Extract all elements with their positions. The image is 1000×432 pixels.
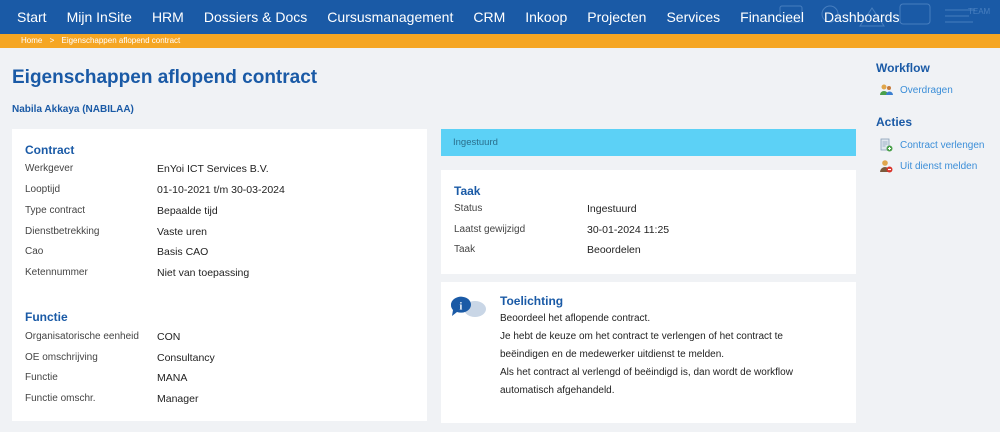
toelichting-line: Als het contract al verlengd of beëindig… (500, 367, 793, 378)
overdragen-link[interactable]: Overdragen (879, 83, 953, 97)
contract-value: EnYoi ICT Services B.V. (157, 163, 269, 175)
taak-value: 30-01-2024 11:25 (587, 224, 670, 236)
taak-label: Status (454, 203, 483, 214)
nav-item-dashboards[interactable]: Dashboards (814, 9, 910, 25)
uit-dienst-melden-link[interactable]: Uit dienst melden (879, 159, 977, 173)
svg-text:TEAM: TEAM (968, 7, 991, 16)
functie-label: Functie (25, 372, 58, 383)
taak-card: Taak Status Ingestuurd Laatst gewijzigd 30… (441, 170, 856, 274)
nav-item-hrm[interactable]: HRM (142, 9, 194, 25)
contract-value: Vaste uren (157, 226, 208, 238)
page-title: Eigenschappen aflopend contract (12, 67, 318, 88)
taak-heading: Taak (454, 184, 481, 198)
taak-value: Beoordelen (587, 244, 641, 256)
contract-value: Bepaalde tijd (157, 205, 218, 217)
contract-verlengen-label: Contract verlengen (900, 139, 985, 151)
functie-label: OE omschrijving (25, 352, 98, 363)
nav-item-crm[interactable]: CRM (463, 9, 515, 25)
contract-value: Basis CAO (157, 246, 209, 258)
taak-value: Ingestuurd (587, 203, 637, 215)
employee-name: Nabila Akkaya (NABILAA) (12, 104, 134, 115)
functie-value: CON (157, 331, 181, 343)
toelichting-line: automatisch afgehandeld. (500, 385, 615, 396)
nav-item-services[interactable]: Services (656, 9, 730, 25)
functie-label: Organisatorische eenheid (25, 331, 139, 342)
nav-item-dossiers-docs[interactable]: Dossiers & Docs (194, 9, 317, 25)
contract-value: Niet van toepassing (157, 267, 250, 279)
top-navigation: TEAM Start Mijn InSite HRM Dossiers & Do… (0, 0, 1000, 34)
contract-card: Contract Werkgever EnYoi ICT Services B.V… (12, 129, 427, 421)
breadcrumb-separator: > (49, 36, 55, 45)
taak-label: Taak (454, 244, 476, 255)
overdragen-label: Overdragen (900, 84, 953, 96)
functie-value: Manager (157, 393, 199, 405)
contract-label: Looptijd (25, 184, 61, 195)
breadcrumb-current: Eigenschappen aflopend contract (61, 36, 181, 45)
contract-label: Ketennummer (25, 267, 88, 278)
contract-label: Cao (25, 246, 44, 257)
nav-item-financieel[interactable]: Financieel (730, 9, 814, 25)
contract-label: Type contract (25, 205, 86, 216)
functie-heading: Functie (25, 310, 68, 324)
workflow-heading: Workflow (876, 61, 930, 75)
info-chat-icon: i (450, 296, 486, 317)
acties-heading: Acties (876, 115, 913, 129)
users-transfer-icon (880, 84, 893, 95)
nav-item-inkoop[interactable]: Inkoop (515, 9, 577, 25)
functie-value: Consultancy (157, 352, 215, 364)
toelichting-line: Je hebt de keuze om het contract te verl… (500, 331, 783, 342)
toelichting-heading: Toelichting (500, 294, 564, 308)
nav-item-projecten[interactable]: Projecten (577, 9, 656, 25)
document-renew-icon (880, 138, 893, 152)
toelichting-line: beëindigen en de medewerker uitdienst te… (500, 349, 725, 360)
svg-text:i: i (460, 302, 463, 313)
taak-label: Laatst gewijzigd (454, 224, 526, 235)
toelichting-line: Beoordeel het aflopende contract. (500, 313, 651, 324)
contract-label: Dienstbetrekking (25, 226, 100, 237)
contract-heading: Contract (25, 143, 75, 157)
status-banner: Ingestuurd (441, 129, 856, 156)
user-remove-icon (880, 160, 893, 173)
nav-item-start[interactable]: Start (7, 9, 57, 25)
functie-value: MANA (157, 372, 188, 384)
breadcrumb: Home > Eigenschappen aflopend contract (0, 34, 1000, 48)
contract-verlengen-link[interactable]: Contract verlengen (879, 138, 985, 152)
nav-item-cursusmanagement[interactable]: Cursusmanagement (317, 9, 463, 25)
nav-item-mijn-insite[interactable]: Mijn InSite (57, 9, 142, 25)
contract-label: Werkgever (25, 163, 74, 174)
contract-value: 01-10-2021 t/m 30-03-2024 (157, 184, 285, 196)
functie-label: Functie omschr. (25, 393, 96, 404)
uit-dienst-melden-label: Uit dienst melden (900, 160, 978, 172)
breadcrumb-home[interactable]: Home (21, 36, 42, 45)
